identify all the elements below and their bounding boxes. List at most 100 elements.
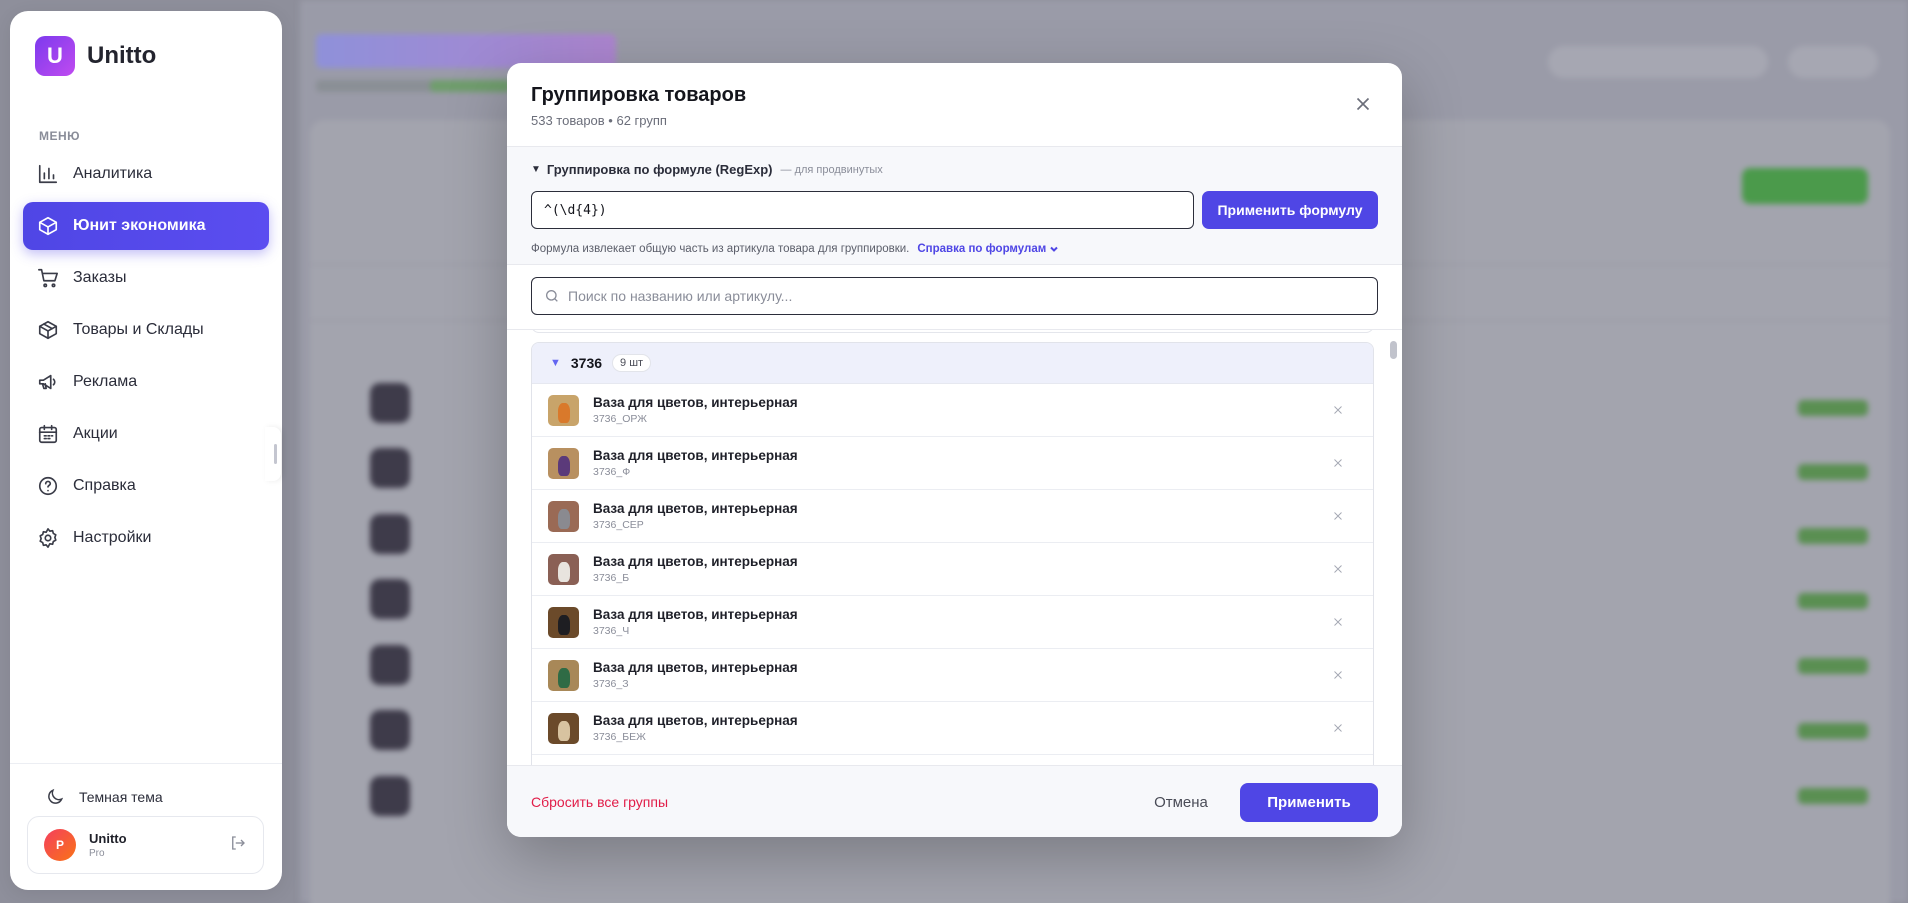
sidebar-item-analytics[interactable]: Аналитика — [23, 150, 269, 198]
sidebar-item-help[interactable]: Справка — [23, 462, 269, 510]
vase-image — [557, 561, 570, 582]
avatar: P — [44, 829, 76, 861]
list-item: Ваза для цветов, интерьерная 3736_Ф — [532, 437, 1373, 490]
sidebar: U Unitto МЕНЮ Аналитика Юнит экономика З… — [10, 11, 282, 890]
sidebar-item-label: Настройки — [73, 529, 152, 546]
close-icon — [1334, 565, 1342, 573]
sidebar-item-settings[interactable]: Настройки — [23, 514, 269, 562]
product-thumbnail — [548, 394, 579, 426]
close-icon — [1334, 724, 1342, 732]
vase-image — [557, 614, 570, 635]
apply-formula-button[interactable]: Применить формулу — [1202, 191, 1378, 229]
sidebar-item-unit-economics[interactable]: Юнит экономика — [23, 202, 269, 250]
item-title: Ваза для цветов, интерьерная — [593, 713, 798, 728]
formula-help-link[interactable]: Справка по формулам — [917, 243, 1059, 255]
app-logo[interactable]: U Unitto — [35, 36, 156, 76]
reset-groups-button[interactable]: Сбросить все группы — [531, 794, 668, 810]
modal-header: Группировка товаров 533 товаров • 62 гру… — [507, 63, 1402, 147]
list-scrollbar-thumb[interactable] — [1390, 341, 1397, 359]
sidebar-item-label: Товары и Склады — [73, 321, 204, 338]
bg-chip — [1798, 788, 1868, 804]
sidebar-item-label: Аналитика — [73, 165, 153, 182]
sidebar-item-promotions[interactable]: Акции — [23, 410, 269, 458]
search-input[interactable] — [568, 288, 1377, 304]
remove-item-button[interactable] — [1331, 562, 1345, 576]
formula-toggle-label: Группировка по формуле (RegExp) — [546, 162, 773, 177]
apply-button[interactable]: Применить — [1240, 783, 1378, 822]
search-field[interactable] — [531, 277, 1378, 315]
sidebar-item-ads[interactable]: Реклама — [23, 358, 269, 406]
list-item: Ваза для цветов, интерьерная 3736_Б — [532, 543, 1373, 596]
sidebar-collapse-handle[interactable] — [265, 427, 281, 481]
bg-chip — [1798, 400, 1868, 416]
cancel-button[interactable]: Отмена — [1141, 783, 1221, 821]
remove-item-button[interactable] — [1331, 721, 1345, 735]
user-card[interactable]: P Unitto Pro — [27, 816, 264, 874]
sidebar-item-orders[interactable]: Заказы — [23, 254, 269, 302]
bg-chip — [1798, 723, 1868, 739]
product-thumbnail — [548, 500, 579, 532]
vase-image — [557, 720, 570, 741]
item-text: Ваза для цветов, интерьерная 3736_Ч — [593, 607, 798, 637]
group-header[interactable]: ▼ 3736 9 шт — [532, 343, 1373, 384]
close-icon — [1334, 618, 1342, 626]
item-title: Ваза для цветов, интерьерная — [593, 660, 798, 675]
remove-item-button[interactable] — [1331, 509, 1345, 523]
item-title: Ваза для цветов, интерьерная — [593, 501, 798, 516]
sidebar-item-label: Юнит экономика — [73, 217, 206, 234]
item-sku: 3736_З — [593, 678, 629, 690]
gear-icon — [39, 528, 57, 548]
sidebar-nav: Аналитика Юнит экономика Заказы Товары и… — [23, 150, 269, 566]
formula-note-text: Формула извлекает общую часть из артикул… — [531, 243, 910, 255]
list-scrollbar[interactable] — [1390, 333, 1398, 763]
item-sku: 3736_Ч — [593, 625, 630, 637]
user-name: Unitto — [89, 831, 127, 846]
megaphone-icon — [38, 374, 56, 390]
box-icon — [38, 216, 58, 236]
remove-item-button[interactable] — [1331, 615, 1345, 629]
item-text: Ваза для цветов, интерьерная 3736_З — [593, 660, 798, 690]
item-text: Ваза для цветов, интерьерная 3736_БЕЖ — [593, 713, 798, 743]
user-info: Unitto Pro — [89, 831, 229, 859]
bg-thumb — [370, 645, 410, 685]
remove-item-button[interactable] — [1331, 403, 1345, 417]
sidebar-item-products-warehouses[interactable]: Товары и Склады — [23, 306, 269, 354]
theme-toggle-label: Темная тема — [79, 789, 163, 805]
close-icon — [1334, 512, 1342, 520]
formula-input[interactable] — [531, 191, 1194, 229]
bg-thumb — [370, 579, 410, 619]
item-title: Ваза для цветов, интерьерная — [593, 607, 798, 622]
bg-header-pill — [1548, 46, 1768, 78]
sidebar-item-label: Справка — [73, 477, 136, 494]
product-thumbnail — [548, 447, 579, 479]
formula-help-link-label: Справка по формулам — [917, 243, 1047, 255]
logout-button[interactable] — [229, 834, 247, 857]
dark-theme-toggle[interactable]: Темная тема — [45, 787, 163, 807]
item-title: Ваза для цветов, интерьерная — [593, 554, 798, 569]
remove-item-button[interactable] — [1331, 456, 1345, 470]
menu-section-label: МЕНЮ — [39, 129, 81, 143]
package-icon — [38, 320, 58, 340]
help-circle-icon — [38, 476, 58, 496]
bg-thumb — [370, 710, 410, 750]
logo-mark-icon: U — [35, 36, 75, 76]
previous-group-card — [531, 330, 1374, 333]
sidebar-item-label: Реклама — [73, 373, 138, 390]
bg-chip — [1798, 658, 1868, 674]
list-item: Ваза для цветов, интерьерная 3736_Ч — [532, 596, 1373, 649]
item-sku: 3736_ОРЖ — [593, 413, 647, 425]
item-title: Ваза для цветов, интерьерная — [593, 448, 798, 463]
remove-item-button[interactable] — [1331, 668, 1345, 682]
sidebar-item-label: Акции — [73, 425, 118, 442]
item-sku: 3736_СЕР — [593, 519, 644, 531]
vase-image — [557, 455, 570, 476]
close-button[interactable] — [1352, 93, 1374, 115]
product-thumbnail — [548, 712, 579, 744]
bg-chip — [1798, 464, 1868, 480]
list-item: Ваза для цветов, интерьерная 3736_З — [532, 649, 1373, 702]
close-icon — [1334, 671, 1342, 679]
formula-section-toggle[interactable]: ▼ Группировка по формуле (RegExp) — для … — [531, 162, 883, 177]
grouping-modal: Группировка товаров 533 товаров • 62 гру… — [507, 63, 1402, 837]
modal-title: Группировка товаров — [531, 84, 747, 106]
formula-section: ▼ Группировка по формуле (RegExp) — для … — [507, 147, 1402, 265]
